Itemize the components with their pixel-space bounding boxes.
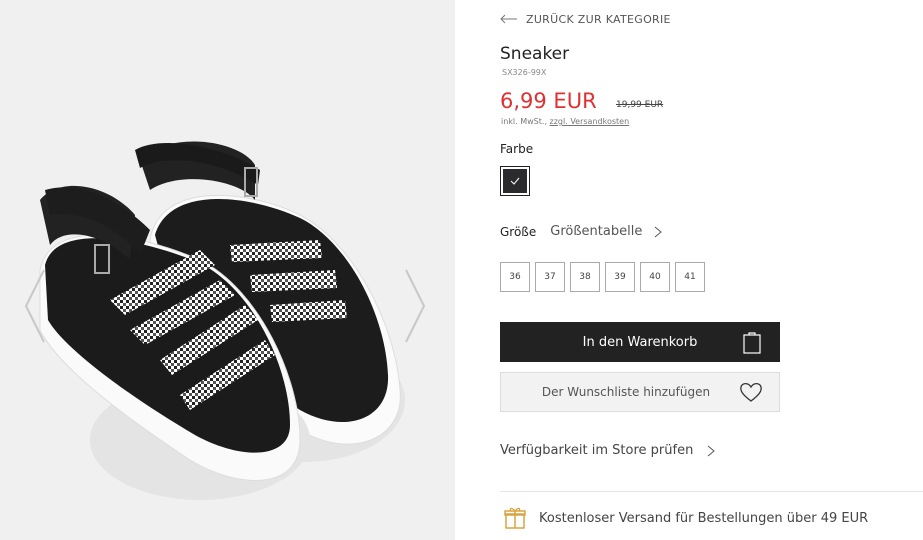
divider <box>500 491 923 492</box>
back-link-label: ZURÜCK ZUR KATEGORIE <box>526 12 671 26</box>
product-image <box>39 141 405 500</box>
size-option-38[interactable]: 38 <box>570 262 600 292</box>
product-image-gallery <box>0 0 455 540</box>
size-options: 36 37 38 39 40 41 <box>500 262 705 292</box>
add-to-cart-label: In den Warenkorb <box>582 334 698 350</box>
free-shipping-banner: Kostenloser Versand für Bestellungen übe… <box>503 506 868 530</box>
size-option-36[interactable]: 36 <box>500 262 530 292</box>
shopping-bag-icon <box>743 332 761 354</box>
tax-text: inkl. MwSt., <box>501 117 550 126</box>
size-option-39[interactable]: 39 <box>605 262 635 292</box>
current-price: 6,99 EUR <box>500 89 597 113</box>
add-to-wishlist-button[interactable]: Der Wunschliste hinzufügen <box>500 372 780 412</box>
old-price: 19,99 EUR <box>616 100 664 110</box>
size-option-41[interactable]: 41 <box>675 262 705 292</box>
chevron-left-icon[interactable] <box>22 268 48 344</box>
size-option-37[interactable]: 37 <box>535 262 565 292</box>
store-availability-label: Verfügbarkeit im Store prüfen <box>500 443 694 458</box>
tax-note: inkl. MwSt., zzgl. Versandkosten <box>501 117 629 126</box>
chevron-right-icon <box>707 445 716 456</box>
color-label: Farbe <box>500 142 534 156</box>
check-icon <box>510 177 520 185</box>
product-details-panel: ZURÜCK ZUR KATEGORIE Sneaker SX326-99X 6… <box>455 0 923 540</box>
chevron-right-icon[interactable] <box>654 226 663 238</box>
swatch-fill <box>503 169 527 193</box>
size-header: Größe Größentabelle <box>500 224 663 239</box>
chevron-right-icon[interactable] <box>402 268 428 344</box>
size-label: Größe <box>500 224 537 239</box>
check-store-availability-link[interactable]: Verfügbarkeit im Store prüfen <box>500 443 716 458</box>
wishlist-label: Der Wunschliste hinzufügen <box>541 385 711 399</box>
product-sku: SX326-99X <box>502 68 547 77</box>
free-shipping-text: Kostenloser Versand für Bestellungen übe… <box>539 510 869 526</box>
size-chart-link[interactable]: Größentabelle <box>550 224 642 239</box>
size-option-40[interactable]: 40 <box>640 262 670 292</box>
gift-box-icon <box>504 507 526 529</box>
arrow-left-icon <box>500 14 517 24</box>
color-swatch-selected[interactable] <box>500 166 530 196</box>
add-to-cart-button[interactable]: In den Warenkorb <box>500 322 780 362</box>
back-to-category-link[interactable]: ZURÜCK ZUR KATEGORIE <box>500 11 671 27</box>
heart-icon <box>740 382 762 402</box>
shipping-costs-link[interactable]: zzgl. Versandkosten <box>550 117 630 126</box>
product-title: Sneaker <box>500 44 570 64</box>
